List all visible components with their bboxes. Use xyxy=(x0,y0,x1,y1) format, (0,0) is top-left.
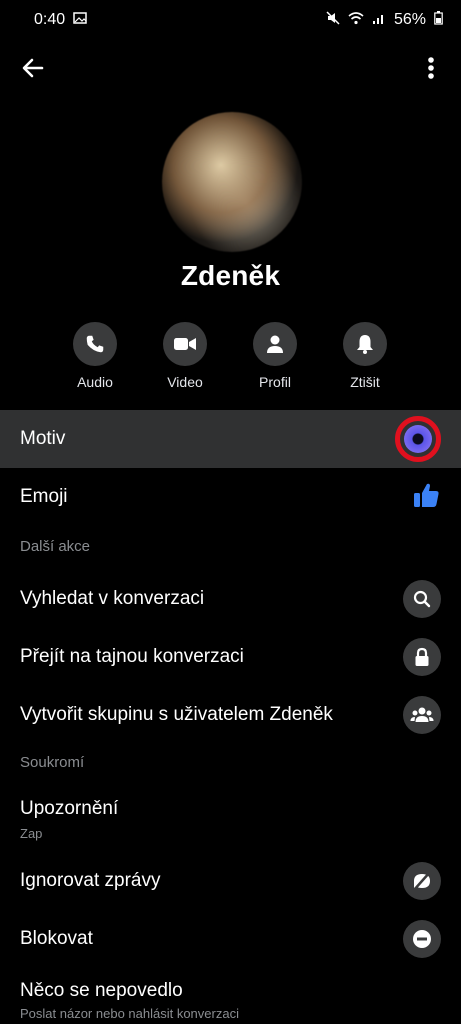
video-button-circle xyxy=(163,322,207,366)
block-button xyxy=(403,920,441,958)
profile-button-circle xyxy=(253,322,297,366)
audio-button-circle xyxy=(73,322,117,366)
search-conversation-row[interactable]: Vyhledat v konverzaci xyxy=(0,570,461,628)
gallery-icon xyxy=(73,11,87,30)
profile-label: Profil xyxy=(259,374,291,390)
theme-color-icon xyxy=(404,425,432,453)
mute-label: Ztišit xyxy=(350,374,380,390)
signal-icon xyxy=(372,11,386,30)
search-button xyxy=(403,580,441,618)
theme-row[interactable]: Motiv xyxy=(0,410,461,468)
secret-conversation-label: Přejít na tajnou konverzaci xyxy=(20,646,244,667)
theme-highlight-ring xyxy=(395,416,441,462)
theme-label: Motiv xyxy=(20,428,66,449)
notifications-status: Zap xyxy=(20,826,43,841)
report-problem-row[interactable]: Něco se nepovedlo Poslat názor nebo nahl… xyxy=(0,972,461,1024)
profile-button[interactable]: Profil xyxy=(235,322,315,390)
top-bar xyxy=(0,40,461,96)
wifi-icon xyxy=(348,11,364,30)
section-more-actions: Další akce xyxy=(20,538,91,555)
bell-icon xyxy=(357,335,373,354)
block-label: Blokovat xyxy=(20,928,93,949)
ignore-button xyxy=(403,862,441,900)
status-left: 0:40 xyxy=(34,11,87,30)
status-right: 56% xyxy=(326,10,443,30)
audio-button[interactable]: Audio xyxy=(55,322,135,390)
notifications-label: Upozornění xyxy=(20,798,119,819)
secret-conversation-row[interactable]: Přejít na tajnou konverzaci xyxy=(0,628,461,686)
emoji-label: Emoji xyxy=(20,486,68,507)
group-icon xyxy=(410,707,434,722)
avatar[interactable] xyxy=(162,112,302,252)
battery-icon xyxy=(434,10,443,30)
status-time: 0:40 xyxy=(34,11,66,28)
arrow-left-icon xyxy=(22,58,44,78)
search-icon xyxy=(413,590,431,608)
profile-name: Zdeněk xyxy=(180,260,281,291)
action-buttons: Audio Video Profil Ztišit xyxy=(0,322,461,402)
video-button[interactable]: Video xyxy=(145,322,225,390)
report-problem-sub: Poslat názor nebo nahlásit konverzaci xyxy=(20,1006,239,1021)
report-problem-label: Něco se nepovedlo xyxy=(20,980,183,1001)
back-button[interactable] xyxy=(16,50,52,86)
ignore-messages-label: Ignorovat zprávy xyxy=(20,870,161,891)
create-group-label: Vytvořit skupinu s uživatelem Zdeněk xyxy=(20,704,333,725)
lock-icon xyxy=(415,647,429,666)
notifications-text: Upozornění Zap xyxy=(20,790,118,841)
mute-button[interactable]: Ztišit xyxy=(325,322,405,390)
mute-button-circle xyxy=(343,322,387,366)
person-icon xyxy=(267,335,283,353)
video-icon xyxy=(174,338,196,350)
search-conversation-label: Vyhledat v konverzaci xyxy=(20,588,205,609)
status-bar: 0:40 56% xyxy=(0,0,461,40)
ignore-icon xyxy=(413,871,431,891)
emoji-row[interactable]: Emoji xyxy=(0,468,461,526)
block-icon xyxy=(413,930,431,948)
block-row[interactable]: Blokovat xyxy=(0,910,461,968)
thumbs-up-icon xyxy=(411,480,441,515)
video-label: Video xyxy=(167,374,203,390)
battery-percent: 56% xyxy=(393,11,426,28)
more-vertical-icon xyxy=(428,57,434,79)
group-button xyxy=(403,696,441,734)
phone-icon xyxy=(86,335,104,353)
create-group-row[interactable]: Vytvořit skupinu s uživatelem Zdeněk xyxy=(0,686,461,744)
audio-label: Audio xyxy=(77,374,113,390)
notifications-row[interactable]: Upozornění Zap xyxy=(0,790,461,848)
section-privacy: Soukromí xyxy=(20,754,85,771)
more-options-button[interactable] xyxy=(419,50,443,86)
lock-button xyxy=(403,638,441,676)
report-problem-text: Něco se nepovedlo Poslat názor nebo nahl… xyxy=(20,972,239,1021)
ignore-messages-row[interactable]: Ignorovat zprávy xyxy=(0,852,461,910)
mute-icon xyxy=(326,10,340,30)
